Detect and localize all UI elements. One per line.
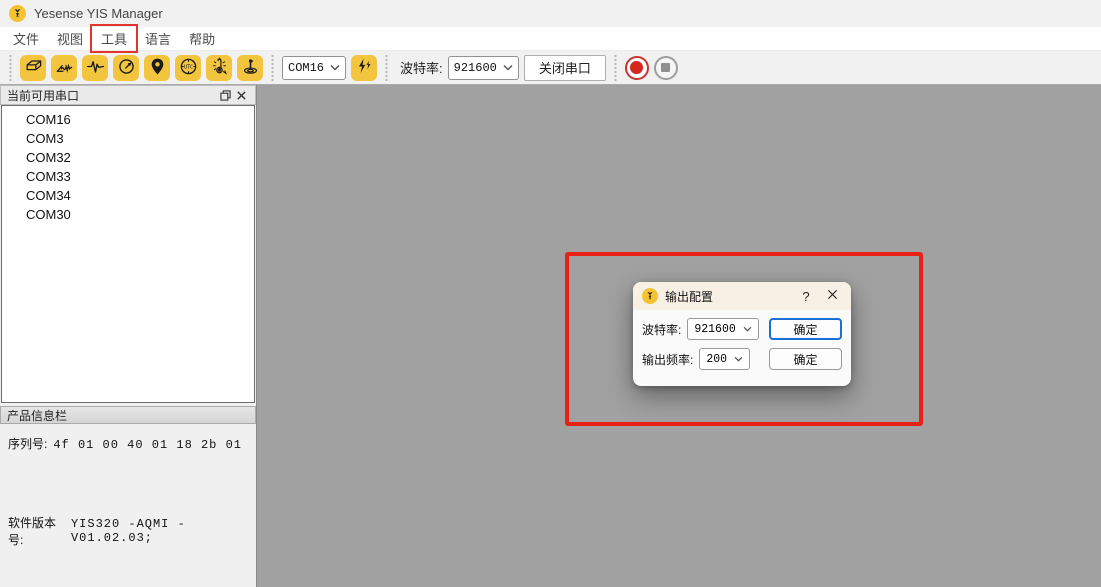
- gyro-pendulum-icon: [241, 57, 260, 79]
- menu-item-view[interactable]: 视图: [48, 26, 92, 51]
- baud-rate-select[interactable]: 921600: [448, 56, 519, 80]
- ports-panel-title: 当前可用串口: [7, 87, 79, 104]
- port-list-item[interactable]: COM32: [2, 148, 254, 167]
- stop-icon: [661, 63, 670, 72]
- tool-gauge-button[interactable]: [113, 55, 139, 81]
- port-list-item[interactable]: COM3: [2, 129, 254, 148]
- location-pin-icon: [148, 57, 167, 79]
- product-info-body: 序列号: 4f 01 00 40 01 18 2b 01 软件版本号: YIS3…: [0, 424, 256, 587]
- dialog-logo-icon: [642, 288, 658, 304]
- dialog-baud-label: 波特率:: [642, 321, 681, 338]
- port-select-value: COM16: [288, 61, 324, 75]
- ports-panel-header: 当前可用串口: [0, 85, 256, 105]
- dialog-title-bar: 输出配置 ?: [633, 282, 851, 310]
- main-workspace: 输出配置 ? 波特率: 921600 确定: [257, 85, 1101, 587]
- rate-ok-button[interactable]: 确定: [769, 348, 842, 370]
- port-list-item[interactable]: COM16: [2, 110, 254, 129]
- toolbar-grip[interactable]: [270, 55, 275, 81]
- app-logo-icon: [9, 5, 26, 22]
- tool-attitude-curve-button[interactable]: [51, 55, 77, 81]
- refresh-ports-icon: [355, 57, 374, 79]
- serial-number-label: 序列号:: [8, 435, 47, 452]
- dialog-body: 波特率: 921600 确定 输出频率: 200 确定: [633, 310, 851, 370]
- svg-text:UTC: UTC: [183, 64, 192, 70]
- dialog-baud-select[interactable]: 921600: [687, 318, 758, 340]
- tool-utc-clock-button[interactable]: UTC: [175, 55, 201, 81]
- close-serial-port-button[interactable]: 关闭串口: [524, 55, 606, 81]
- baud-rate-value: 921600: [454, 61, 497, 75]
- tool-gyro-button[interactable]: [237, 55, 263, 81]
- menu-item-file[interactable]: 文件: [4, 26, 48, 51]
- tool-3d-view-button[interactable]: [20, 55, 46, 81]
- baud-ok-button[interactable]: 确定: [769, 318, 842, 340]
- dialog-baud-value: 921600: [694, 323, 735, 336]
- menu-item-language[interactable]: 语言: [136, 26, 180, 51]
- tool-location-button[interactable]: [144, 55, 170, 81]
- toolbar-grip[interactable]: [8, 55, 13, 81]
- help-icon[interactable]: ?: [797, 289, 815, 304]
- app-window: Yesense YIS Manager 文件 视图 工具 语言 帮助 UTC: [0, 0, 1101, 587]
- chevron-down-icon: [734, 356, 743, 362]
- gauge-icon: [117, 57, 136, 79]
- stop-button[interactable]: [654, 56, 678, 80]
- title-bar: Yesense YIS Manager: [0, 0, 1101, 27]
- close-panel-icon[interactable]: [233, 87, 249, 103]
- record-button[interactable]: [625, 56, 649, 80]
- menu-item-tools[interactable]: 工具: [92, 26, 136, 51]
- dialog-rate-select[interactable]: 200: [699, 348, 750, 370]
- refresh-ports-button[interactable]: [351, 55, 377, 81]
- close-icon[interactable]: [822, 287, 842, 305]
- port-list-item[interactable]: COM33: [2, 167, 254, 186]
- toolbar-grip[interactable]: [613, 55, 618, 81]
- port-list: COM16 COM3 COM32 COM33 COM34 COM30: [1, 105, 255, 403]
- cube-3d-icon: [24, 57, 43, 79]
- menu-item-help[interactable]: 帮助: [180, 26, 224, 51]
- product-info-header: 产品信息栏: [0, 406, 256, 424]
- float-panel-icon[interactable]: [217, 87, 233, 103]
- port-list-item[interactable]: COM30: [2, 205, 254, 224]
- dialog-title: 输出配置: [665, 288, 713, 305]
- serial-ports-panel: 当前可用串口 COM16 COM3 COM32 COM33 COM34 COM3…: [0, 85, 257, 587]
- output-rate-row: 输出频率: 200 确定: [642, 348, 842, 370]
- thermometer-icon: [210, 57, 229, 79]
- waveform-icon: [86, 57, 105, 79]
- baud-rate-label: 波特率:: [400, 58, 443, 77]
- chevron-down-icon: [503, 64, 513, 71]
- utc-clock-icon: UTC: [179, 57, 198, 79]
- angle-wave-icon: [55, 57, 74, 79]
- product-info-title: 产品信息栏: [7, 407, 67, 424]
- firmware-version-value: YIS320 -AQMI -V01.02.03;: [71, 517, 248, 545]
- chevron-down-icon: [330, 64, 340, 71]
- window-title: Yesense YIS Manager: [34, 6, 163, 21]
- record-icon: [630, 61, 643, 74]
- chevron-down-icon: [743, 326, 752, 332]
- serial-number-value: 4f 01 00 40 01 18 2b 01: [53, 438, 242, 452]
- port-list-item[interactable]: COM34: [2, 186, 254, 205]
- menu-bar: 文件 视图 工具 语言 帮助: [0, 27, 1101, 51]
- tool-waveform-button[interactable]: [82, 55, 108, 81]
- toolbar-grip[interactable]: [384, 55, 389, 81]
- toolbar: UTC COM16 波特率: 921600 关闭串口: [0, 51, 1101, 85]
- baud-rate-row: 波特率: 921600 确定: [642, 318, 842, 340]
- dialog-rate-label: 输出频率:: [642, 351, 693, 368]
- output-config-dialog: 输出配置 ? 波特率: 921600 确定: [633, 282, 851, 386]
- dialog-rate-value: 200: [706, 353, 727, 366]
- firmware-version-label: 软件版本号:: [8, 514, 65, 548]
- port-select[interactable]: COM16: [282, 56, 346, 80]
- tool-temperature-button[interactable]: [206, 55, 232, 81]
